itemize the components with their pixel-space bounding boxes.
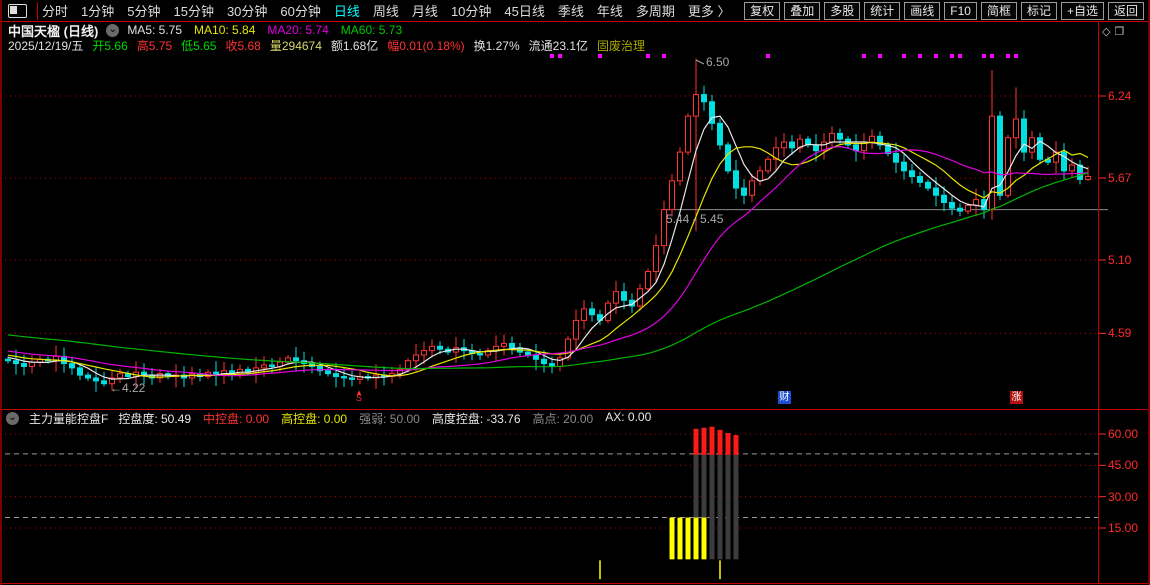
event-badge-财[interactable]: 财: [778, 391, 791, 404]
indicator-axis-label: 30.00: [1108, 489, 1139, 504]
quote-field: 高5.75: [136, 38, 173, 53]
chart-canvas[interactable]: [2, 0, 1150, 585]
ma-value: MA10: 5.84: [194, 23, 256, 37]
indicator-value: 高控盘: 0.00: [281, 412, 348, 426]
quote-field: 2025/12/19/五: [8, 38, 84, 53]
indicator-value: 高度控盘: -33.76: [431, 412, 521, 426]
quote-field: 流通23.1亿: [528, 38, 589, 53]
ref-price-label: 5.44 - 5.45: [666, 211, 724, 226]
signal-s-marker: ▴ S: [356, 387, 363, 403]
price-axis-label: 4.59: [1108, 326, 1132, 341]
ma-values-row: MA5: 5.75 MA10: 5.84 MA20: 5.74 MA60: 5.73: [127, 23, 402, 37]
low-price-label: ←4.22: [110, 381, 146, 395]
quote-field: 固废治理: [597, 38, 646, 53]
split-window-icon[interactable]: ❐: [1114, 25, 1124, 38]
quote-field: 换1.27%: [473, 38, 520, 53]
indicator-values: 控盘度: 50.49 中控盘: 0.00 高控盘: 0.00 强弱: 50.00 高度控…: [118, 410, 651, 427]
diamond-icon[interactable]: ◇: [1102, 25, 1110, 38]
tdx-app: 分时 1分钟 5分钟 15分钟 30分钟 60分钟 日线 周线 月线 10分钟 45日线 季线 年线 多周…: [0, 0, 1150, 585]
quote-field: 收5.68: [225, 38, 261, 53]
quote-field: 低5.65: [181, 38, 217, 53]
indicator-title[interactable]: 主力量能控盘F: [29, 410, 108, 427]
quote-field: 量294674: [269, 38, 322, 53]
indicator-value: 高点: 20.00: [532, 412, 594, 426]
event-badge-涨[interactable]: 涨: [1010, 391, 1023, 404]
indicator-value: AX: 0.00: [605, 410, 652, 424]
indicator-value: 强弱: 50.00: [359, 412, 420, 426]
indicator-header: ⌄ 主力量能控盘F 控盘度: 50.49 中控盘: 0.00 高控盘: 0.00 强弱…: [6, 410, 651, 427]
chevron-down-icon[interactable]: ⌄: [6, 412, 19, 425]
price-axis-label: 5.10: [1108, 253, 1132, 267]
indicator-axis-label: 15.00: [1108, 521, 1139, 535]
quote-info-row: 2025/12/19/五 开5.66 高5.75 低5.65 收5.68 量294674 额…: [8, 38, 646, 53]
indicator-axis-label: 45.00: [1108, 458, 1139, 473]
price-axis-label: 5.67: [1108, 171, 1132, 185]
price-axis-label: 6.24: [1108, 89, 1132, 103]
quote-field: 幅0.01(0.18%): [387, 38, 465, 53]
ma-value: MA60: 5.73: [340, 23, 403, 37]
quote-field: 开5.66: [92, 38, 128, 53]
indicator-value: 中控盘: 0.00: [203, 412, 270, 426]
ma-value: MA5: 5.75: [127, 23, 183, 37]
corner-icons: ◇ ❐: [1102, 25, 1124, 38]
indicator-axis-label: 60.00: [1108, 427, 1139, 441]
high-price-label: 6.50: [706, 55, 730, 69]
indicator-value: 控盘度: 50.49: [118, 412, 192, 426]
chart-title-row: 中国天楹 (日线) ⌄ MA5: 5.75 MA10: 5.84 MA20: 5.7…: [8, 23, 402, 39]
bottom-border: [2, 583, 1148, 584]
quote-field: 额1.68亿: [330, 38, 379, 53]
ma-value: MA20: 5.74: [267, 23, 329, 37]
chevron-down-icon[interactable]: ⌄: [106, 23, 120, 37]
price-axis-line: [1098, 22, 1099, 583]
